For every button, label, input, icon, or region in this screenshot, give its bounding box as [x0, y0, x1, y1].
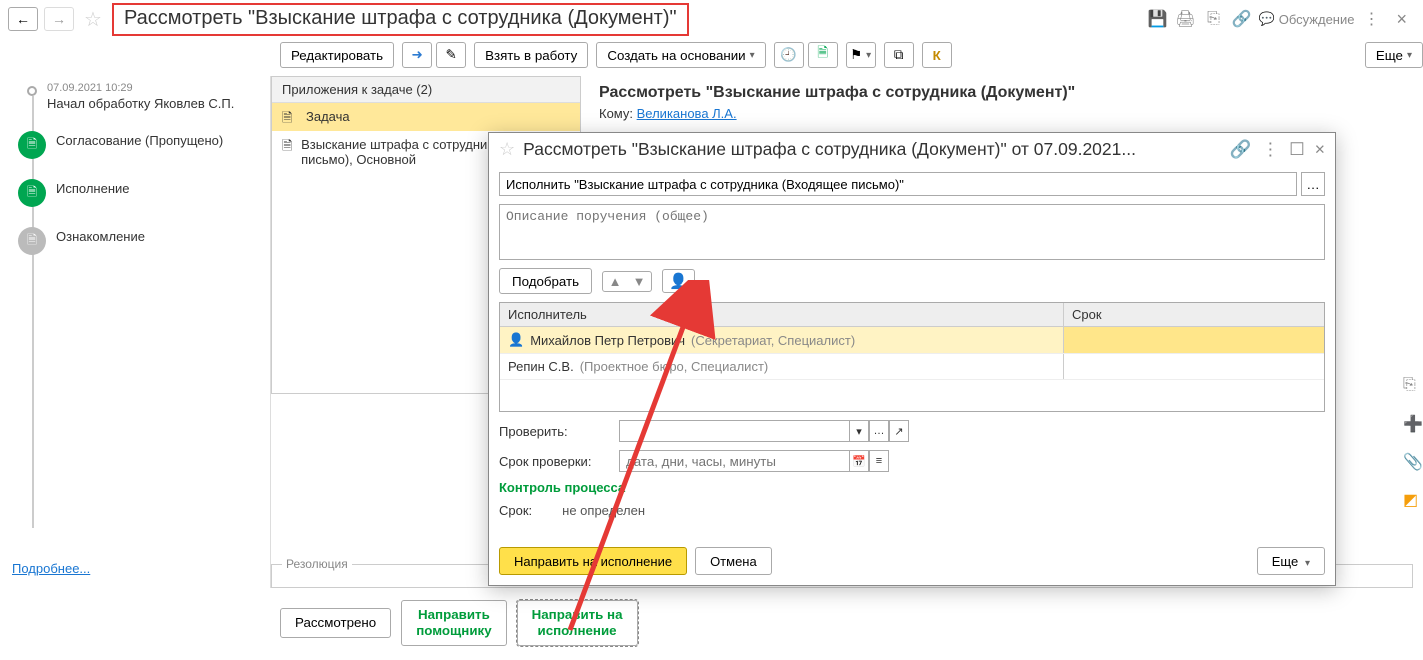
tree-icon[interactable]: ⧉ [884, 42, 914, 68]
execute-field[interactable] [499, 172, 1297, 196]
stepper-icon[interactable]: ≡ [869, 450, 889, 472]
page-title: Рассмотреть "Взыскание штрафа с сотрудни… [112, 3, 689, 36]
close-button[interactable]: × [1388, 9, 1415, 30]
modal-more-button[interactable]: Еще [1257, 547, 1325, 575]
attachments-header: Приложения к задаче (2) [272, 77, 580, 103]
history-text: Начал обработку Яковлев С.П. [47, 96, 264, 111]
recipient-link[interactable]: Великанова Л.А. [637, 106, 737, 121]
discussion-button[interactable]: 💬 Обсуждение [1259, 11, 1355, 27]
star-icon[interactable]: ☆ [499, 139, 515, 160]
check-due-input[interactable] [619, 450, 849, 472]
process-due-value: не определен [562, 503, 645, 518]
discussion-label: Обсуждение [1279, 12, 1355, 27]
assignee-due[interactable] [1064, 354, 1324, 379]
note-icon[interactable]: ✎ [436, 42, 466, 68]
details-link[interactable]: Подробнее... [12, 561, 90, 576]
link-icon[interactable]: 🔗 [1230, 139, 1252, 160]
attachment-name: Задача [306, 109, 350, 124]
star-icon[interactable]: ☆ [84, 7, 102, 32]
ellipsis-button[interactable]: … [1301, 172, 1325, 196]
task-title: Рассмотреть "Взыскание штрафа с сотрудни… [589, 76, 1413, 106]
paperclip-icon[interactable]: 📎 [1403, 452, 1421, 470]
add-circle-icon[interactable]: ➕ [1403, 414, 1421, 432]
resolution-label: Резолюция [282, 557, 352, 571]
column-assignee: Исполнитель [500, 303, 1064, 326]
button-label: Направить [416, 607, 491, 623]
popup-icon[interactable]: ↗ [889, 420, 909, 442]
assignee-due[interactable] [1064, 327, 1324, 353]
k-icon[interactable]: К [922, 42, 952, 68]
history-panel: 07.09.2021 10:29 Начал обработку Яковлев… [0, 76, 270, 588]
save-icon[interactable]: 💾 [1147, 8, 1169, 30]
recipient-label: Кому: [599, 106, 633, 121]
button-label: помощнику [416, 623, 491, 639]
attachment-row[interactable]: 🗎 Задача [272, 103, 580, 131]
stamp-icon[interactable]: ◩ [1403, 490, 1421, 508]
link-icon[interactable]: 🔗 [1231, 8, 1253, 30]
move-up-icon[interactable]: ▲ [605, 274, 625, 289]
assignee-name: Репин С.В. [508, 359, 574, 374]
edit-button[interactable]: Редактировать [280, 42, 394, 68]
done-button[interactable]: Рассмотрено [280, 608, 391, 638]
file-icon[interactable]: 🗎 [808, 42, 838, 68]
assignment-modal: ☆ Рассмотреть "Взыскание штрафа с сотруд… [488, 132, 1336, 586]
export-icon[interactable]: ⎘ [1203, 8, 1225, 30]
assignee-name: Михайлов Петр Петрович [530, 333, 685, 348]
doc-icon: 🗎 [282, 109, 298, 125]
toolbar-more-button[interactable]: Еще [1365, 42, 1423, 68]
control-process-label: Контроль процесса [499, 480, 1325, 495]
checker-label: Проверить: [499, 424, 609, 439]
checker-input[interactable] [619, 420, 849, 442]
print-icon[interactable]: 🖨 [1175, 8, 1197, 30]
history-stage: Исполнение [56, 181, 264, 196]
nav-back-button[interactable]: ← [8, 7, 38, 31]
reorder-buttons[interactable]: ▲ ▼ [602, 271, 652, 292]
history-time: 07.09.2021 10:29 [47, 82, 264, 94]
history-stage: Ознакомление [56, 229, 264, 244]
description-textarea[interactable] [499, 204, 1325, 260]
clock-icon[interactable]: 🕘 [774, 42, 804, 68]
send-to-execution-button[interactable]: Направить на исполнение [517, 600, 638, 646]
button-label: исполнение [532, 623, 623, 639]
kebab-icon[interactable]: ⋮ [1360, 8, 1382, 30]
check-due-label: Срок проверки: [499, 454, 609, 469]
forward-icon[interactable]: ➜ [402, 42, 432, 68]
kebab-icon[interactable]: ⋮ [1262, 139, 1280, 160]
history-stage: Согласование (Пропущено) [56, 133, 264, 148]
flag-icon[interactable]: ⚑ [846, 42, 876, 68]
approval-node-icon: 🗎 [18, 131, 46, 159]
assignee-row[interactable]: Репин С.В. (Проектное бюро, Специалист) [500, 354, 1324, 380]
ellipsis-button[interactable]: … [869, 420, 889, 442]
assignee-role: (Проектное бюро, Специалист) [580, 359, 769, 374]
modal-title: Рассмотреть "Взыскание штрафа с сотрудни… [523, 139, 1222, 160]
take-in-work-button[interactable]: Взять в работу [474, 42, 588, 68]
maximize-icon[interactable]: ☐ [1289, 139, 1305, 160]
process-due-label: Срок: [499, 503, 532, 518]
column-due: Срок [1064, 303, 1324, 326]
nav-forward-button: → [44, 7, 74, 31]
send-for-execution-button[interactable]: Направить на исполнение [499, 547, 687, 575]
execution-node-icon: 🗎 [18, 179, 46, 207]
select-assignee-button[interactable]: Подобрать [499, 268, 592, 294]
cancel-button[interactable]: Отмена [695, 547, 772, 575]
button-label: Направить на [532, 607, 623, 623]
dropdown-icon[interactable]: ▾ [849, 420, 869, 442]
doc-icon: 🗎 [282, 137, 293, 153]
create-based-on-button[interactable]: Создать на основании [596, 42, 765, 68]
send-to-assistant-button[interactable]: Направить помощнику [401, 600, 506, 646]
move-down-icon[interactable]: ▼ [629, 274, 649, 289]
calendar-icon[interactable]: 📅 [849, 450, 869, 472]
history-start-icon [27, 86, 37, 96]
review-node-icon: 🗎 [18, 227, 46, 255]
assignee-role: (Секретариат, Специалист) [691, 333, 855, 348]
person-icon: 👤 [508, 332, 524, 348]
person-button[interactable]: 👤 [662, 269, 695, 293]
close-icon[interactable]: × [1315, 139, 1325, 160]
chat-icon: 💬 [1259, 11, 1275, 27]
attach-icon[interactable]: ⎘ [1403, 376, 1421, 394]
assignee-row[interactable]: 👤 Михайлов Петр Петрович (Секретариат, С… [500, 327, 1324, 354]
